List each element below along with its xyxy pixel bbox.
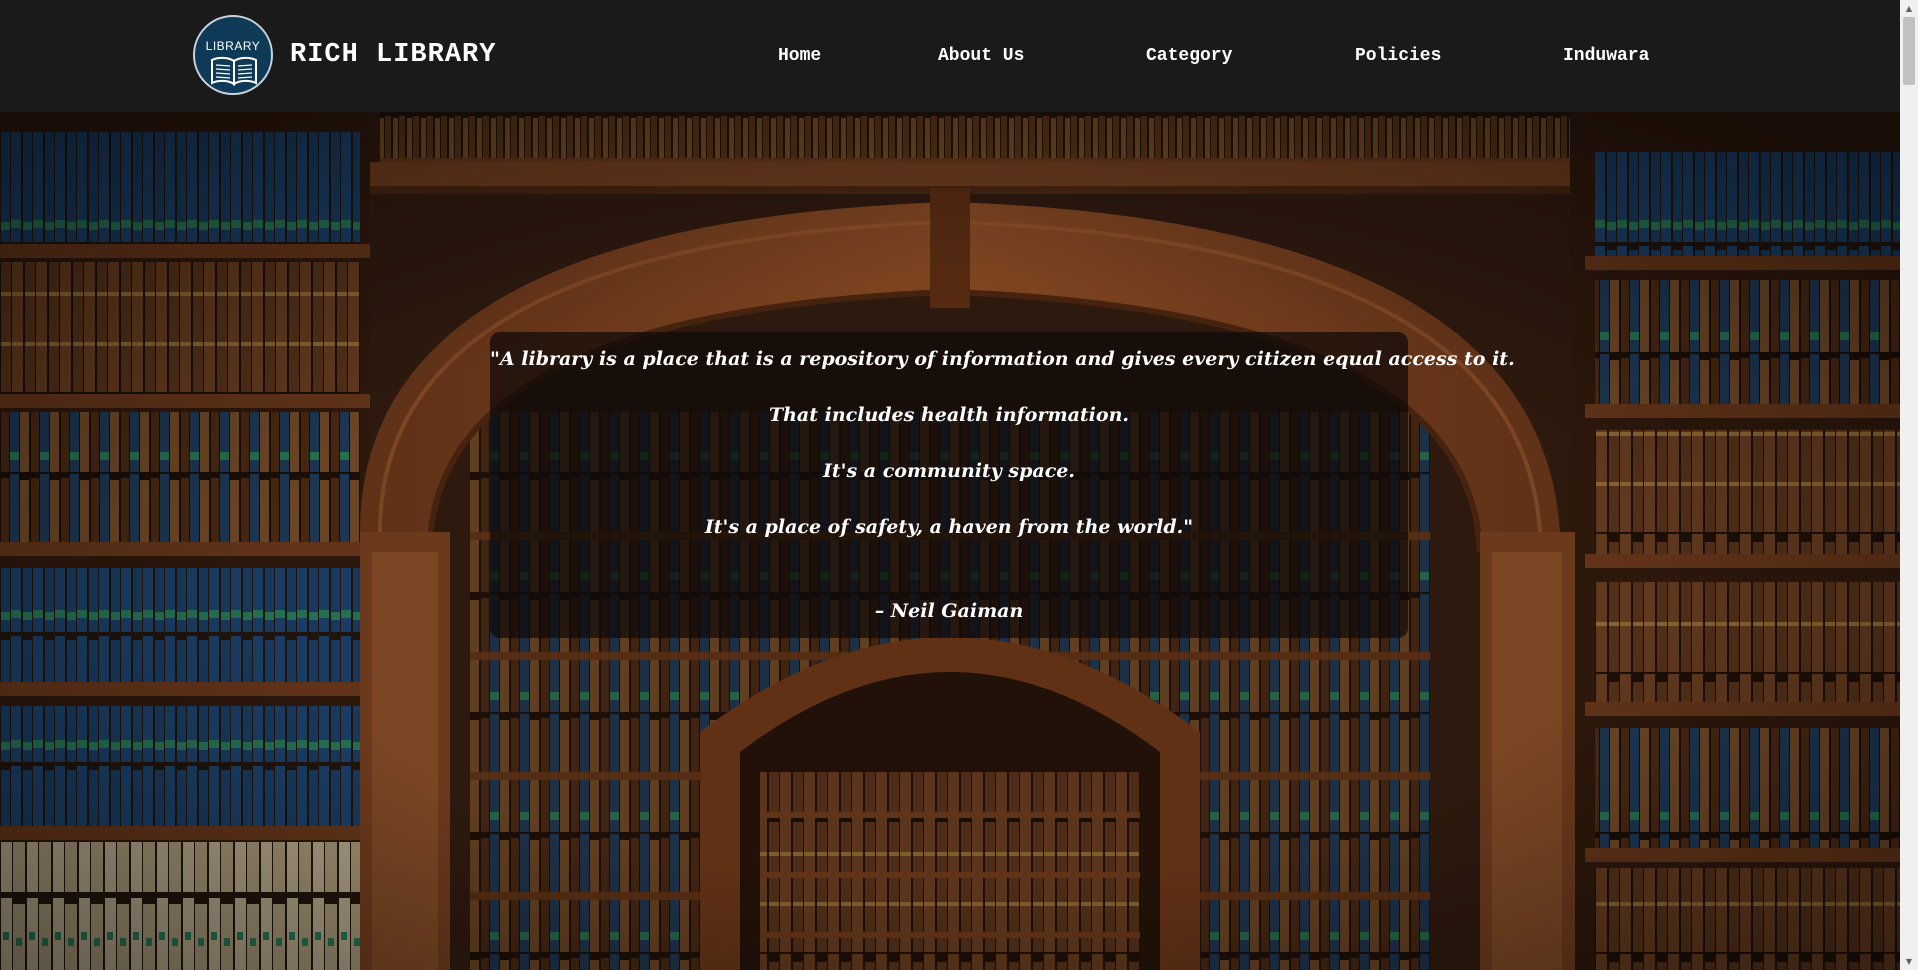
quote-line-1: "A library is a place that is a reposito… bbox=[490, 348, 1515, 370]
quote-line-2: That includes health information. bbox=[768, 404, 1129, 426]
nav-about-us[interactable]: About Us bbox=[938, 42, 1024, 70]
quote-author: – Neil Gaiman bbox=[874, 600, 1024, 622]
nav-category[interactable]: Category bbox=[1146, 42, 1232, 70]
scroll-down-arrow-icon[interactable]: ▼ bbox=[1900, 953, 1918, 970]
quote-box: "A library is a place that is a reposito… bbox=[490, 332, 1515, 638]
logo[interactable]: LIBRARY bbox=[193, 15, 273, 95]
logo-text: LIBRARY bbox=[205, 39, 261, 53]
quote-line-4: It's a place of safety, a haven from the… bbox=[704, 516, 1194, 538]
nav-policies[interactable]: Policies bbox=[1355, 42, 1441, 70]
page: LIBRARY RICH LIBRARY Home About Us Categ… bbox=[0, 0, 1918, 970]
navbar: LIBRARY RICH LIBRARY Home About Us Categ… bbox=[0, 0, 1900, 112]
quote-line-3: It's a community space. bbox=[822, 460, 1075, 482]
scroll-up-arrow-icon[interactable]: ▲ bbox=[1900, 0, 1918, 17]
vertical-scrollbar[interactable]: ▲ ▼ bbox=[1900, 0, 1918, 970]
open-book-icon bbox=[211, 56, 257, 86]
nav-home[interactable]: Home bbox=[778, 42, 821, 70]
brand-title[interactable]: RICH LIBRARY bbox=[290, 35, 496, 75]
nav-induwara[interactable]: Induwara bbox=[1563, 42, 1649, 70]
scrollbar-thumb[interactable] bbox=[1903, 17, 1915, 85]
